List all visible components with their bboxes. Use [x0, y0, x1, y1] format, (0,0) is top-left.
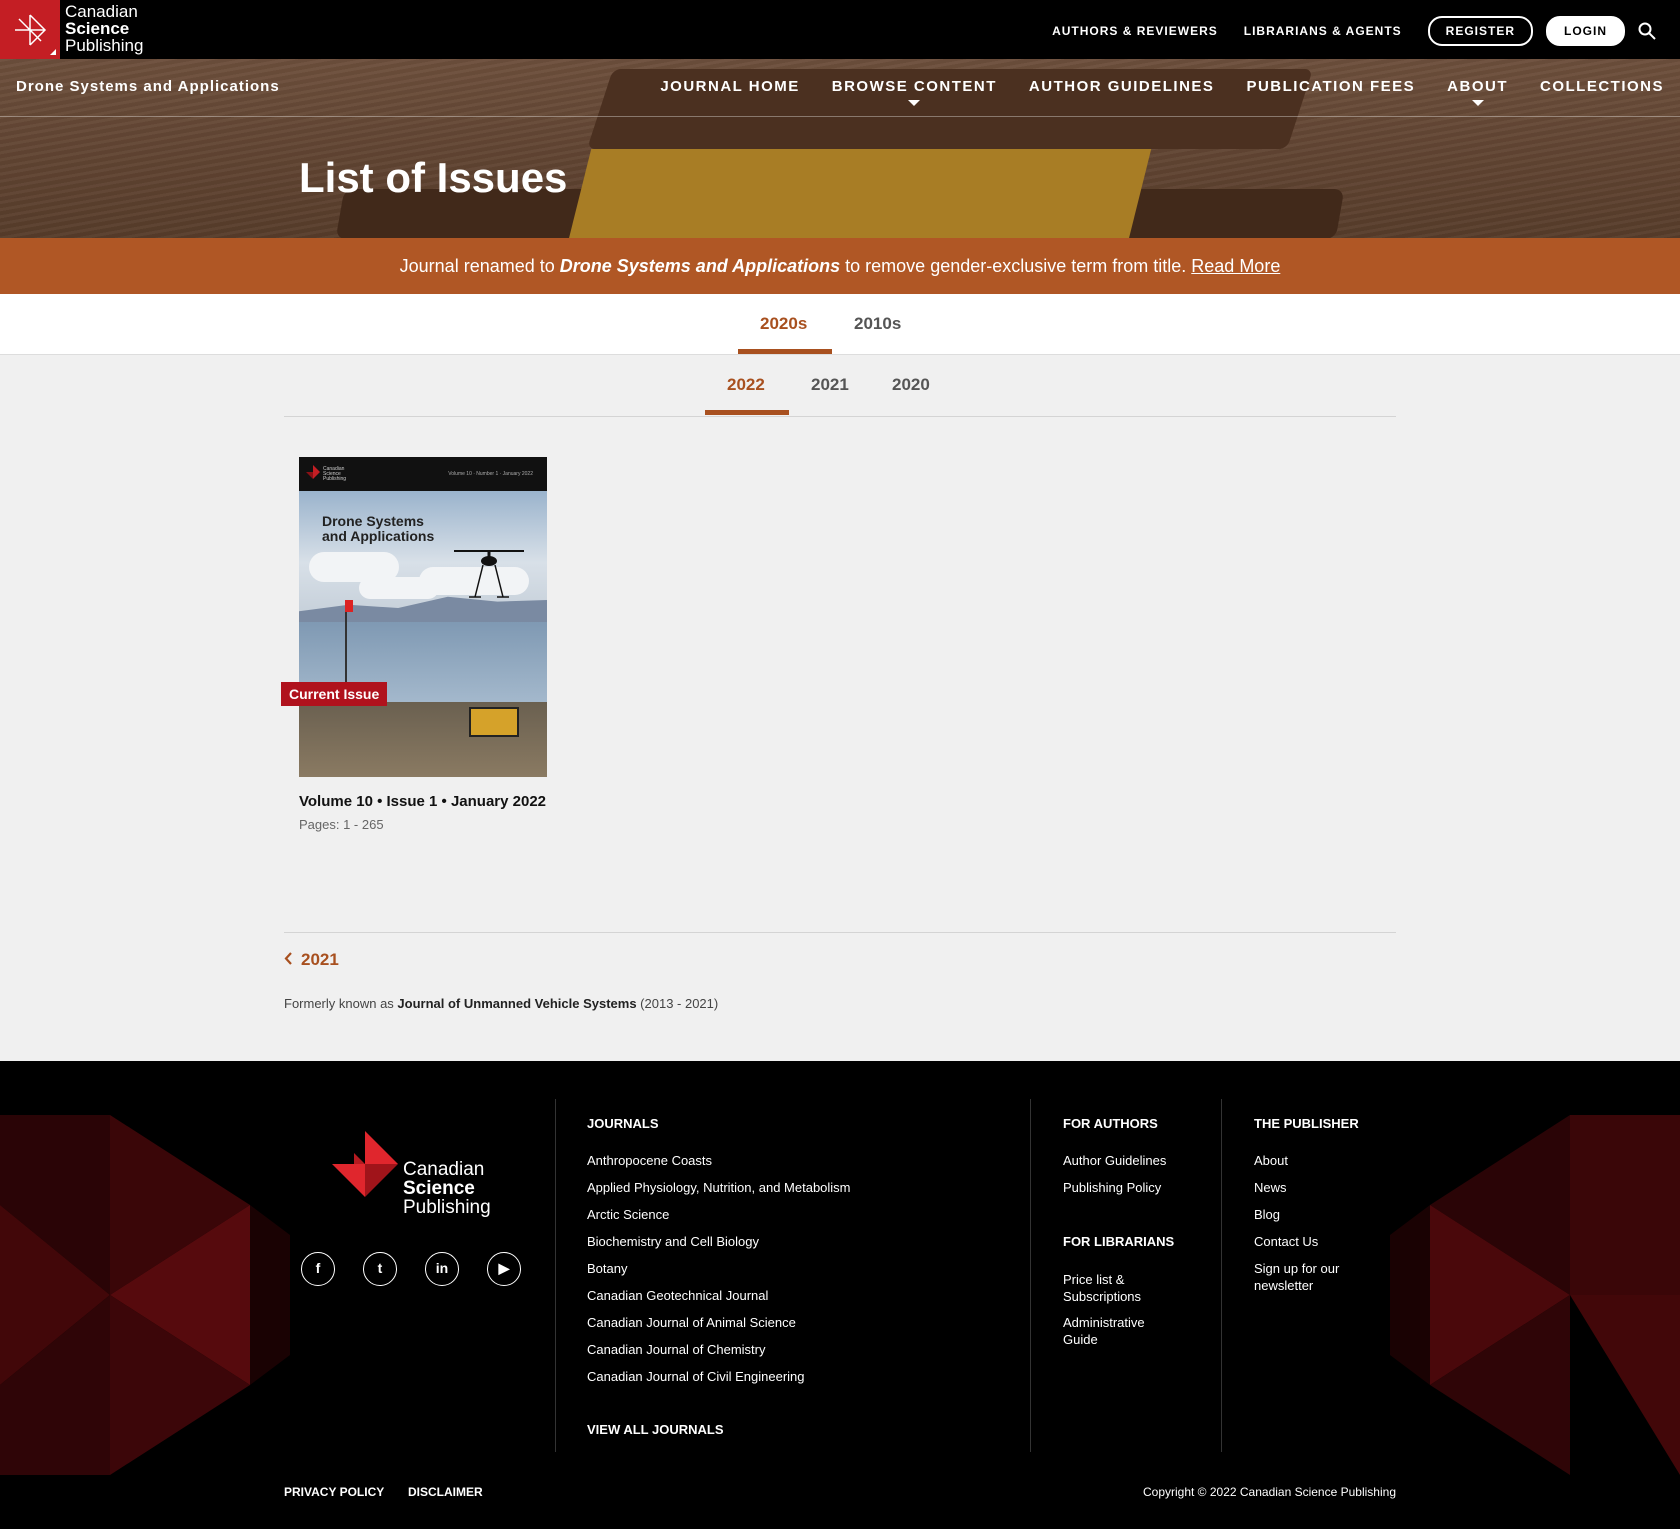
- caret-down-icon: [1471, 100, 1484, 106]
- csp-logo-icon: [306, 465, 320, 479]
- journal-name[interactable]: Drone Systems and Applications: [16, 78, 280, 95]
- about-link[interactable]: About: [1254, 1152, 1288, 1169]
- issue-title-link[interactable]: Volume 10 • Issue 1 • January 2022: [299, 793, 546, 810]
- chevron-left-icon: [284, 952, 292, 965]
- search-icon[interactable]: [1638, 22, 1656, 40]
- formerly-known-as: Formerly known as Journal of Unmanned Ve…: [284, 996, 719, 1011]
- tab-2020s[interactable]: 2020s: [760, 314, 807, 334]
- previous-year-link[interactable]: 2021: [284, 950, 339, 970]
- issue-cover-image[interactable]: Canadian Science Publishing Volume 10 · Nu…: [299, 457, 547, 777]
- newsletter-signup-link[interactable]: Sign up for our newsletter: [1254, 1260, 1369, 1294]
- active-tab-indicator: [738, 349, 832, 354]
- csp-logo-mark[interactable]: [0, 0, 60, 59]
- decorative-pattern: [1390, 1115, 1680, 1475]
- footer: Canadian Science Publishing f t in ▶ JOU…: [0, 1061, 1680, 1529]
- twitter-icon[interactable]: t: [363, 1252, 397, 1286]
- tab-2021[interactable]: 2021: [811, 375, 849, 395]
- authors-reviewers-link[interactable]: AUTHORS & REVIEWERS: [1052, 24, 1218, 38]
- nav-author-guidelines[interactable]: AUTHOR GUIDELINES: [1029, 78, 1215, 95]
- divider: [1221, 1099, 1222, 1452]
- for-authors-heading: FOR AUTHORS: [1063, 1116, 1158, 1131]
- csp-logo-icon[interactable]: [332, 1131, 398, 1197]
- issue-pages: Pages: 1 - 265: [299, 817, 384, 832]
- price-list-link[interactable]: Price list & Subscriptions: [1063, 1271, 1183, 1305]
- linkedin-icon[interactable]: in: [425, 1252, 459, 1286]
- tab-2010s[interactable]: 2010s: [854, 314, 901, 334]
- divider: [284, 932, 1396, 933]
- administrative-guide-link[interactable]: Administrative Guide: [1063, 1314, 1163, 1348]
- footer-journal-link[interactable]: Botany: [587, 1260, 627, 1277]
- view-all-journals-link[interactable]: VIEW ALL JOURNALS: [587, 1422, 724, 1437]
- decorative-pattern: [0, 1115, 290, 1475]
- register-button[interactable]: REGISTER: [1427, 16, 1533, 46]
- csp-logo-text[interactable]: Canadian Science Publishing: [65, 3, 143, 54]
- publishing-policy-link[interactable]: Publishing Policy: [1063, 1179, 1161, 1196]
- footer-journal-link[interactable]: Biochemistry and Cell Biology: [587, 1233, 759, 1250]
- nav-about[interactable]: ABOUT: [1447, 78, 1508, 106]
- footer-journal-link[interactable]: Applied Physiology, Nutrition, and Metab…: [587, 1179, 851, 1196]
- tab-2020[interactable]: 2020: [892, 375, 930, 395]
- facebook-icon[interactable]: f: [301, 1252, 335, 1286]
- nav-journal-home[interactable]: JOURNAL HOME: [660, 78, 799, 95]
- footer-logo-text[interactable]: Canadian Science Publishing: [403, 1160, 491, 1217]
- divider: [1030, 1099, 1031, 1452]
- footer-journal-link[interactable]: Canadian Journal of Civil Engineering: [587, 1368, 805, 1385]
- drone-icon: [454, 550, 524, 598]
- divider: [284, 416, 1396, 417]
- hero-banner: Drone Systems and Applications JOURNAL H…: [0, 59, 1680, 238]
- active-tab-indicator: [705, 410, 789, 415]
- for-librarians-heading: FOR LIBRARIANS: [1063, 1234, 1175, 1249]
- disclaimer-link[interactable]: DISCLAIMER: [408, 1485, 483, 1499]
- tab-2022[interactable]: 2022: [727, 375, 765, 395]
- the-publisher-heading: THE PUBLISHER: [1254, 1116, 1359, 1131]
- main-nav: JOURNAL HOME BROWSE CONTENT AUTHOR GUIDE…: [628, 78, 1664, 106]
- top-bar: Canadian Science Publishing AUTHORS & RE…: [0, 0, 1680, 59]
- news-link[interactable]: News: [1254, 1179, 1287, 1196]
- nav-browse-content[interactable]: BROWSE CONTENT: [832, 78, 997, 106]
- youtube-icon[interactable]: ▶: [487, 1252, 521, 1286]
- csp-logo-icon: [15, 14, 47, 46]
- copyright: Copyright © 2022 Canadian Science Publis…: [1142, 1485, 1396, 1499]
- nav-publication-fees[interactable]: PUBLICATION FEES: [1246, 78, 1415, 95]
- decade-tabs: 2020s 2010s: [0, 294, 1680, 355]
- privacy-policy-link[interactable]: PRIVACY POLICY: [284, 1485, 384, 1499]
- blog-link[interactable]: Blog: [1254, 1206, 1280, 1223]
- contact-us-link[interactable]: Contact Us: [1254, 1233, 1318, 1250]
- footer-journal-link[interactable]: Arctic Science: [587, 1206, 669, 1223]
- footer-journal-link[interactable]: Canadian Journal of Chemistry: [587, 1341, 765, 1358]
- rename-notice: Journal renamed to Drone Systems and App…: [0, 238, 1680, 294]
- librarians-agents-link[interactable]: LIBRARIANS & AGENTS: [1244, 24, 1402, 38]
- journals-heading: JOURNALS: [587, 1116, 659, 1131]
- cover-volume: Volume 10 · Number 1 · January 2022: [448, 471, 533, 477]
- footer-journal-link[interactable]: Canadian Geotechnical Journal: [587, 1287, 768, 1304]
- nav-collections[interactable]: COLLECTIONS: [1540, 78, 1664, 95]
- read-more-link[interactable]: Read More: [1191, 256, 1280, 276]
- cover-title: Drone Systems and Applications: [322, 513, 435, 544]
- footer-journal-link[interactable]: Canadian Journal of Animal Science: [587, 1314, 796, 1331]
- cover-publisher: Canadian Science Publishing: [323, 466, 347, 482]
- divider: [555, 1099, 556, 1452]
- current-issue-badge: Current Issue: [281, 682, 388, 706]
- caret-down-icon: [908, 100, 921, 106]
- footer-journal-link[interactable]: Anthropocene Coasts: [587, 1152, 712, 1169]
- author-guidelines-link[interactable]: Author Guidelines: [1063, 1152, 1166, 1169]
- login-button[interactable]: LOGIN: [1546, 16, 1625, 46]
- page-title: List of Issues: [299, 154, 568, 201]
